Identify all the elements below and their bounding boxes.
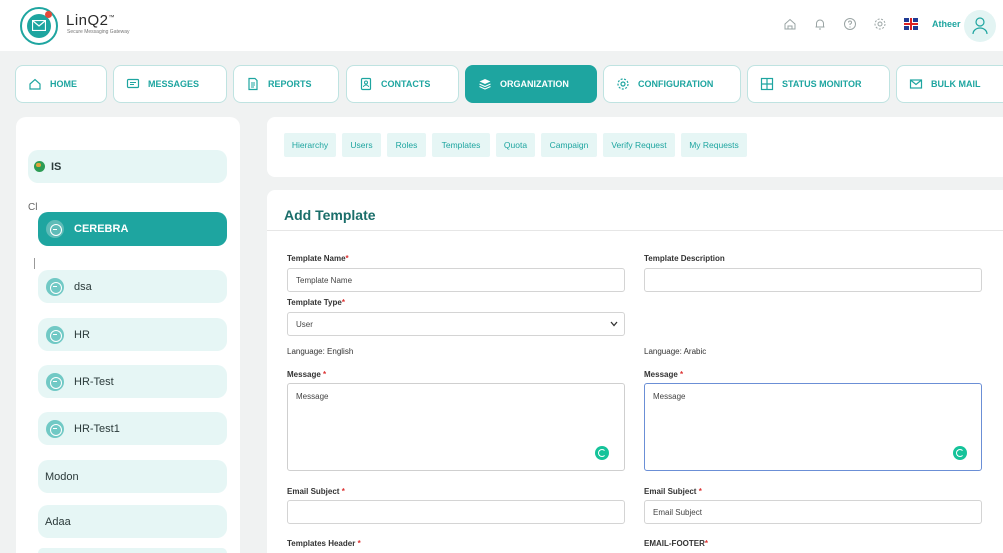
nav-organization-label: ORGANIZATION xyxy=(500,79,569,89)
brand-name: LinQ2™ xyxy=(66,12,116,29)
tree-item-label: Modon xyxy=(45,470,79,483)
nav-configuration-label: CONFIGURATION xyxy=(638,79,714,89)
document-icon xyxy=(248,77,258,91)
tree-item-label: HR-Test xyxy=(74,375,114,388)
tree-root-is[interactable]: IS xyxy=(28,150,227,183)
template-description-input[interactable] xyxy=(644,268,982,292)
template-type-value: User xyxy=(296,319,313,329)
collapse-icon[interactable] xyxy=(46,277,64,296)
gear-icon xyxy=(617,78,629,90)
notification-dot xyxy=(45,11,52,18)
template-type-label: Template Type* xyxy=(287,298,345,307)
tab-verify-request[interactable]: Verify Request xyxy=(603,133,675,157)
email-subject-en-input[interactable] xyxy=(287,500,625,524)
home-outline-icon[interactable] xyxy=(783,17,797,31)
nav-bulk-mail-label: BULK MAIL xyxy=(931,79,981,89)
tree-connector-line xyxy=(34,258,35,269)
tab-campaign[interactable]: Campaign xyxy=(541,133,597,157)
tree-item-label: HR xyxy=(74,328,90,341)
tree-item-label: CEREBRA xyxy=(74,223,129,235)
logo[interactable] xyxy=(20,7,58,45)
nav-status-monitor-label: STATUS MONITOR xyxy=(782,79,862,89)
nav-organization[interactable]: ORGANIZATION xyxy=(465,65,597,103)
contact-card-icon xyxy=(360,77,372,91)
tree-item-label: dsa xyxy=(74,280,92,293)
message-ar-textarea[interactable]: Message xyxy=(644,383,982,471)
tree-item-label: HR-Test1 xyxy=(74,422,120,435)
tab-quota[interactable]: Quota xyxy=(496,133,535,157)
nav-configuration[interactable]: CONFIGURATION xyxy=(603,65,741,103)
message-icon xyxy=(126,78,140,89)
tree-item-dsa[interactable]: dsa xyxy=(38,270,227,303)
template-name-input[interactable]: Template Name xyxy=(287,268,625,292)
form-title: Add Template xyxy=(284,207,376,223)
nav-reports[interactable]: REPORTS xyxy=(233,65,339,103)
tab-users[interactable]: Users xyxy=(342,133,381,157)
template-type-select[interactable]: User xyxy=(287,312,625,336)
nav-messages-label: MESSAGES xyxy=(148,79,200,89)
tab-hierarchy[interactable]: Hierarchy xyxy=(284,133,336,157)
template-name-label: Template Name* xyxy=(287,254,349,263)
form-divider xyxy=(267,230,1003,231)
tab-roles[interactable]: Roles xyxy=(387,133,426,157)
user-avatar-icon[interactable] xyxy=(964,10,996,42)
tree-cl-label: Cl xyxy=(28,202,38,213)
layers-icon xyxy=(479,79,491,90)
tree-item-adaa[interactable]: Adaa xyxy=(38,505,227,538)
collapse-icon[interactable] xyxy=(46,419,64,438)
mail-icon xyxy=(909,79,923,89)
top-header: LinQ2™ Secure Messaging Gateway Atheer xyxy=(0,0,1003,51)
globe-icon xyxy=(34,161,45,172)
tree-item-hr-test1[interactable]: HR-Test1 xyxy=(38,412,227,445)
message-en-textarea[interactable]: Message xyxy=(287,383,625,471)
language-english-label: Language: English xyxy=(287,347,354,356)
email-subject-ar-label: Email Subject * xyxy=(644,487,702,496)
tree-item-modon[interactable]: Modon xyxy=(38,460,227,493)
language-arabic-label: Language: Arabic xyxy=(644,347,707,356)
email-subject-ar-input[interactable]: Email Subject xyxy=(644,500,982,524)
grammarly-icon[interactable] xyxy=(595,446,609,460)
tab-my-requests[interactable]: My Requests xyxy=(681,133,747,157)
message-ar-label: Message * xyxy=(644,370,684,379)
bell-icon[interactable] xyxy=(813,17,827,31)
nav-status-monitor[interactable]: STATUS MONITOR xyxy=(747,65,890,103)
email-footer-label: EMAIL-FOOTER* xyxy=(644,539,709,548)
template-description-label: Template Description xyxy=(644,254,725,263)
home-icon xyxy=(29,78,41,90)
tree-item-hr[interactable]: HR xyxy=(38,318,227,351)
collapse-icon[interactable] xyxy=(46,220,64,238)
collapse-icon[interactable] xyxy=(46,325,64,344)
gear-icon[interactable] xyxy=(873,17,887,31)
add-template-form xyxy=(267,190,1003,553)
tree-item-partial[interactable] xyxy=(38,548,227,553)
username[interactable]: Atheer xyxy=(932,19,961,29)
nav-reports-label: REPORTS xyxy=(268,79,312,89)
nav-contacts[interactable]: CONTACTS xyxy=(346,65,459,103)
nav-bulk-mail[interactable]: BULK MAIL xyxy=(896,65,1003,103)
chevron-down-icon xyxy=(610,321,618,327)
nav-contacts-label: CONTACTS xyxy=(381,79,431,89)
brand-tagline: Secure Messaging Gateway xyxy=(67,29,130,35)
tree-item-hr-test[interactable]: HR-Test xyxy=(38,365,227,398)
email-subject-en-label: Email Subject * xyxy=(287,487,345,496)
message-en-label: Message * xyxy=(287,370,327,379)
templates-header-label: Templates Header * xyxy=(287,539,361,548)
nav-home[interactable]: HOME xyxy=(15,65,107,103)
nav-messages[interactable]: MESSAGES xyxy=(113,65,227,103)
uk-flag-icon[interactable] xyxy=(904,18,918,30)
tree-item-label: Adaa xyxy=(45,515,71,528)
tree-item-cerebra[interactable]: CEREBRA xyxy=(38,212,227,246)
grammarly-icon[interactable] xyxy=(953,446,967,460)
nav-home-label: HOME xyxy=(50,79,77,89)
tree-root-label: IS xyxy=(51,160,62,173)
tab-templates[interactable]: Templates xyxy=(432,133,490,157)
collapse-icon[interactable] xyxy=(46,372,64,391)
help-icon[interactable] xyxy=(843,17,857,31)
grid-icon xyxy=(760,77,774,91)
